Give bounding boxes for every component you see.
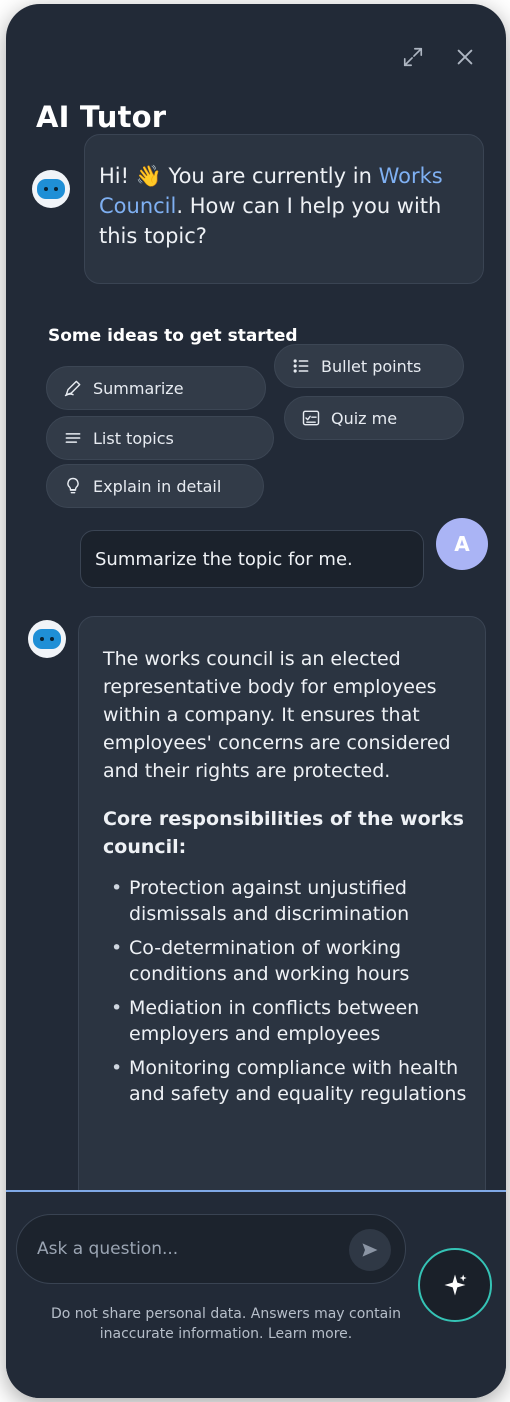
chip-label: Explain in detail bbox=[93, 476, 222, 496]
chip-label: List topics bbox=[93, 428, 174, 448]
chip-label: Bullet points bbox=[321, 356, 422, 376]
panel-title: AI Tutor bbox=[36, 100, 167, 134]
robot-icon bbox=[33, 629, 61, 649]
sparkle-icon bbox=[444, 1274, 467, 1296]
send-button[interactable] bbox=[349, 1229, 391, 1271]
lightbulb-icon bbox=[67, 477, 79, 494]
input-area: Do not share personal data. Answers may … bbox=[6, 1190, 506, 1398]
chip-quiz-me[interactable]: Quiz me bbox=[284, 396, 464, 440]
bot-avatar bbox=[32, 170, 70, 208]
lines-icon bbox=[65, 433, 81, 443]
send-icon bbox=[362, 1243, 378, 1257]
answer-bullet-list: Protection against unjustified dismissal… bbox=[103, 875, 467, 1107]
ai-magic-button[interactable] bbox=[418, 1248, 492, 1322]
chip-explain-in-detail[interactable]: Explain in detail bbox=[46, 464, 264, 508]
chip-list-topics[interactable]: List topics bbox=[46, 416, 274, 460]
chip-label: Quiz me bbox=[331, 408, 398, 428]
user-message: Summarize the topic for me. bbox=[80, 530, 424, 588]
answer-intro: The works council is an elected represen… bbox=[103, 648, 451, 782]
chip-label: Summarize bbox=[93, 378, 184, 398]
disclaimer-text: Do not share personal data. Answers may … bbox=[51, 1306, 401, 1342]
pen-icon bbox=[64, 380, 81, 397]
chip-summarize[interactable]: Summarize bbox=[46, 366, 266, 410]
answer-heading: Core responsibilities of the works counc… bbox=[103, 808, 464, 858]
question-input[interactable] bbox=[37, 1239, 317, 1259]
list-item: Protection against unjustified dismissal… bbox=[111, 875, 467, 927]
greeting-bubble: Hi! 👋 You are currently in Works Council… bbox=[84, 134, 484, 284]
expand-icon[interactable] bbox=[400, 44, 426, 70]
greeting-prefix: Hi! 👋 You are currently in bbox=[99, 164, 372, 188]
ideas-title: Some ideas to get started bbox=[48, 326, 298, 346]
close-icon[interactable] bbox=[452, 44, 478, 70]
list-item: Mediation in conflicts between employers… bbox=[111, 995, 467, 1047]
list-item: Monitoring compliance with health and sa… bbox=[111, 1055, 467, 1107]
list-bullets-icon bbox=[293, 359, 309, 373]
ask-field bbox=[16, 1214, 406, 1284]
ai-tutor-panel: AI Tutor Hi! 👋 You are currently in Work… bbox=[6, 4, 506, 1398]
list-item: Co-determination of working conditions a… bbox=[111, 935, 467, 987]
bot-avatar bbox=[28, 620, 66, 658]
user-avatar: A bbox=[436, 518, 488, 570]
quiz-icon bbox=[302, 410, 320, 426]
answer-bubble: The works council is an elected represen… bbox=[78, 616, 486, 1236]
chip-bullet-points[interactable]: Bullet points bbox=[274, 344, 464, 388]
window-controls bbox=[400, 44, 478, 70]
robot-icon bbox=[37, 179, 65, 199]
